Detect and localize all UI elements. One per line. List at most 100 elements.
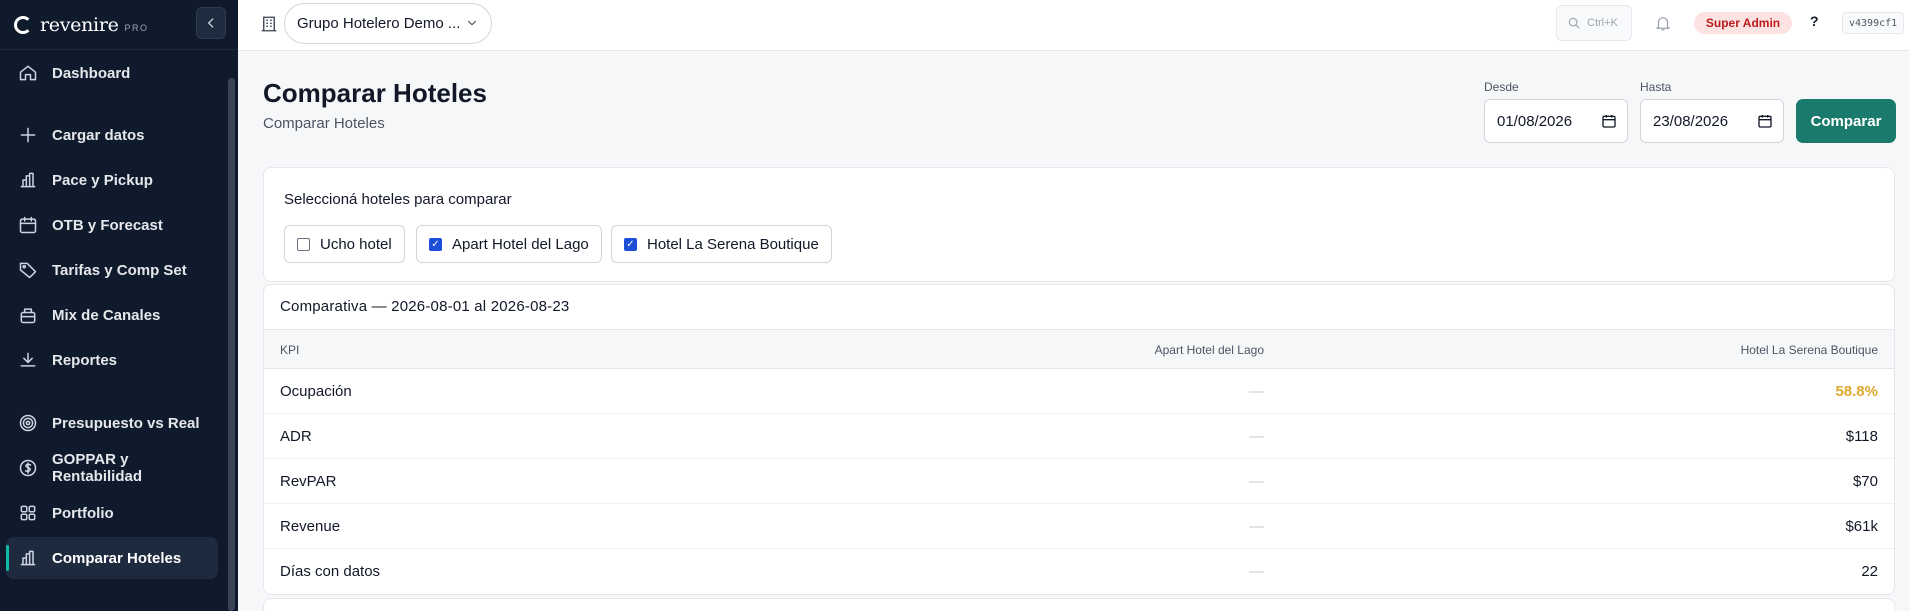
page-title: Comparar Hoteles: [263, 78, 487, 108]
sidebar-item-label: Mix de Canales: [52, 306, 161, 324]
tag-icon: [19, 262, 37, 279]
hotel-a-value: —: [1249, 383, 1264, 400]
dollar-icon: [19, 459, 37, 477]
hotel-a-value: —: [1249, 428, 1264, 445]
hotel-b-value: $118: [1845, 428, 1878, 445]
sidebar-item-label: Portfolio: [52, 504, 114, 522]
from-date-input[interactable]: 01/08/2026: [1484, 99, 1628, 143]
calendar-icon: [1758, 115, 1772, 128]
hotel-selection-title: Seleccioná hoteles para comparar: [284, 191, 512, 208]
bell-icon[interactable]: [1654, 13, 1672, 33]
sidebar-item-pace-pickup[interactable]: Pace y Pickup: [6, 159, 218, 201]
chevron-left-icon: [207, 18, 214, 28]
revenire-logo-icon: [14, 15, 32, 34]
help-button[interactable]: ?: [1810, 13, 1819, 29]
sidebar-item-cargar-datos[interactable]: Cargar datos: [6, 114, 218, 156]
from-date-label: Desde: [1484, 80, 1519, 94]
topbar: Grupo Hotelero Demo ... Ctrl+K Super Adm…: [238, 0, 1910, 51]
hotel-checkbox-apart-hotel-del-lago[interactable]: ✓ Apart Hotel del Lago: [416, 225, 602, 263]
target-icon: [19, 414, 37, 432]
building-icon: [261, 16, 277, 32]
hotel-name: Ucho hotel: [320, 235, 392, 253]
hotel-b-value: $70: [1852, 473, 1878, 490]
sidebar-item-dashboard[interactable]: Dashboard: [6, 52, 218, 94]
sidebar-item-otb-forecast[interactable]: OTB y Forecast: [6, 204, 218, 246]
compare-button[interactable]: Comparar: [1796, 99, 1896, 143]
sidebar-item-label: Pace y Pickup: [52, 171, 153, 189]
page-subtitle: Comparar Hoteles: [263, 115, 385, 132]
home-icon: [19, 65, 37, 81]
sidebar-item-mix-canales[interactable]: Mix de Canales: [6, 294, 218, 336]
table-row: ADR — $118: [264, 414, 1894, 459]
hotel-a-value: —: [1249, 518, 1264, 535]
sidebar: revenire PRO Dashboard Cargar datos Pace…: [0, 0, 238, 611]
table-row: Revenue — $61k: [264, 504, 1894, 549]
table-row: Días con datos — 22: [264, 549, 1894, 594]
plus-icon: [20, 127, 36, 143]
hotel-name: Apart Hotel del Lago: [452, 235, 589, 253]
hotel-a-value: —: [1249, 563, 1264, 580]
hotel-b-value: $61k: [1845, 518, 1878, 535]
organization-select-value: Grupo Hotelero Demo ...: [297, 15, 461, 32]
kpi-name: Ocupación: [280, 383, 352, 400]
version-badge: v4399cf1: [1842, 12, 1905, 34]
to-date-value: 23/08/2026: [1653, 112, 1729, 130]
briefcase-icon: [20, 308, 36, 324]
sidebar-scrollbar[interactable]: [228, 78, 235, 611]
hotel-a-value: —: [1249, 473, 1264, 490]
kpi-name: ADR: [280, 428, 312, 445]
bar-chart-icon: [20, 550, 36, 566]
sidebar-item-portfolio[interactable]: Portfolio: [6, 492, 218, 534]
sidebar-item-reportes[interactable]: Reportes: [6, 339, 218, 381]
calendar-icon: [1602, 115, 1616, 128]
kpi-name: Revenue: [280, 518, 341, 535]
comparison-table-header: KPI Apart Hotel del Lago Hotel La Serena…: [264, 329, 1894, 369]
sidebar-item-label: Tarifas y Comp Set: [52, 261, 187, 279]
column-header-hotel-a: Apart Hotel del Lago: [1154, 343, 1264, 357]
collapse-sidebar-button[interactable]: [196, 7, 226, 39]
bar-chart-icon: [20, 172, 36, 188]
to-date-input[interactable]: 23/08/2026: [1640, 99, 1784, 143]
sidebar-item-goppar[interactable]: GOPPAR y Rentabilidad: [6, 447, 218, 489]
sidebar-item-label: Comparar Hoteles: [52, 549, 182, 567]
checkbox-checked[interactable]: ✓: [624, 237, 637, 251]
table-row: Ocupación — 58.8%: [264, 369, 1894, 414]
table-row: RevPAR — $70: [264, 459, 1894, 504]
from-date-value: 01/08/2026: [1497, 112, 1573, 130]
organization-select[interactable]: Grupo Hotelero Demo ...: [284, 3, 492, 44]
sidebar-item-comparar-hoteles[interactable]: Comparar Hoteles: [6, 537, 218, 579]
sidebar-item-label: OTB y Forecast: [52, 216, 163, 234]
hotel-selection-card: Seleccioná hoteles para comparar Ucho ho…: [263, 167, 1895, 282]
next-card-edge: [263, 598, 1895, 611]
sidebar-item-label: Dashboard: [52, 64, 131, 82]
hotel-b-value: 58.8%: [1835, 383, 1878, 400]
role-badge: Super Admin: [1694, 12, 1792, 34]
column-header-hotel-b: Hotel La Serena Boutique: [1740, 343, 1878, 357]
comparison-title: Comparativa — 2026-08-01 al 2026-08-23: [280, 298, 570, 315]
search-shortcut: Ctrl+K: [1587, 17, 1618, 29]
checkbox-checked[interactable]: ✓: [429, 237, 442, 251]
search-icon: [1568, 17, 1580, 29]
brand-name: revenire: [40, 13, 119, 36]
to-date-label: Hasta: [1640, 80, 1672, 94]
column-header-kpi: KPI: [280, 343, 300, 357]
checkbox-unchecked[interactable]: [297, 237, 310, 251]
sidebar-item-label: Presupuesto vs Real: [52, 414, 200, 432]
hotel-checkbox-hotel-la-serena[interactable]: ✓ Hotel La Serena Boutique: [611, 225, 832, 263]
chevron-down-icon: [467, 20, 477, 26]
download-icon: [20, 352, 36, 367]
kpi-name: RevPAR: [280, 473, 337, 490]
sidebar-item-tarifas[interactable]: Tarifas y Comp Set: [6, 249, 218, 291]
brand-tier: PRO: [124, 22, 149, 33]
kpi-name: Días con datos: [280, 563, 381, 580]
hotel-b-value: 22: [1861, 563, 1878, 580]
sidebar-item-label: Reportes: [52, 351, 118, 369]
hotel-checkbox-ucho-hotel[interactable]: Ucho hotel: [284, 225, 405, 263]
grid-icon: [20, 505, 36, 521]
comparison-card: Comparativa — 2026-08-01 al 2026-08-23 K…: [263, 284, 1895, 595]
sidebar-item-label: Cargar datos: [52, 126, 145, 144]
hotel-name: Hotel La Serena Boutique: [647, 235, 819, 253]
search-button[interactable]: Ctrl+K: [1556, 5, 1632, 41]
sidebar-item-label: GOPPAR y Rentabilidad: [52, 451, 143, 485]
sidebar-item-presupuesto[interactable]: Presupuesto vs Real: [6, 402, 218, 444]
